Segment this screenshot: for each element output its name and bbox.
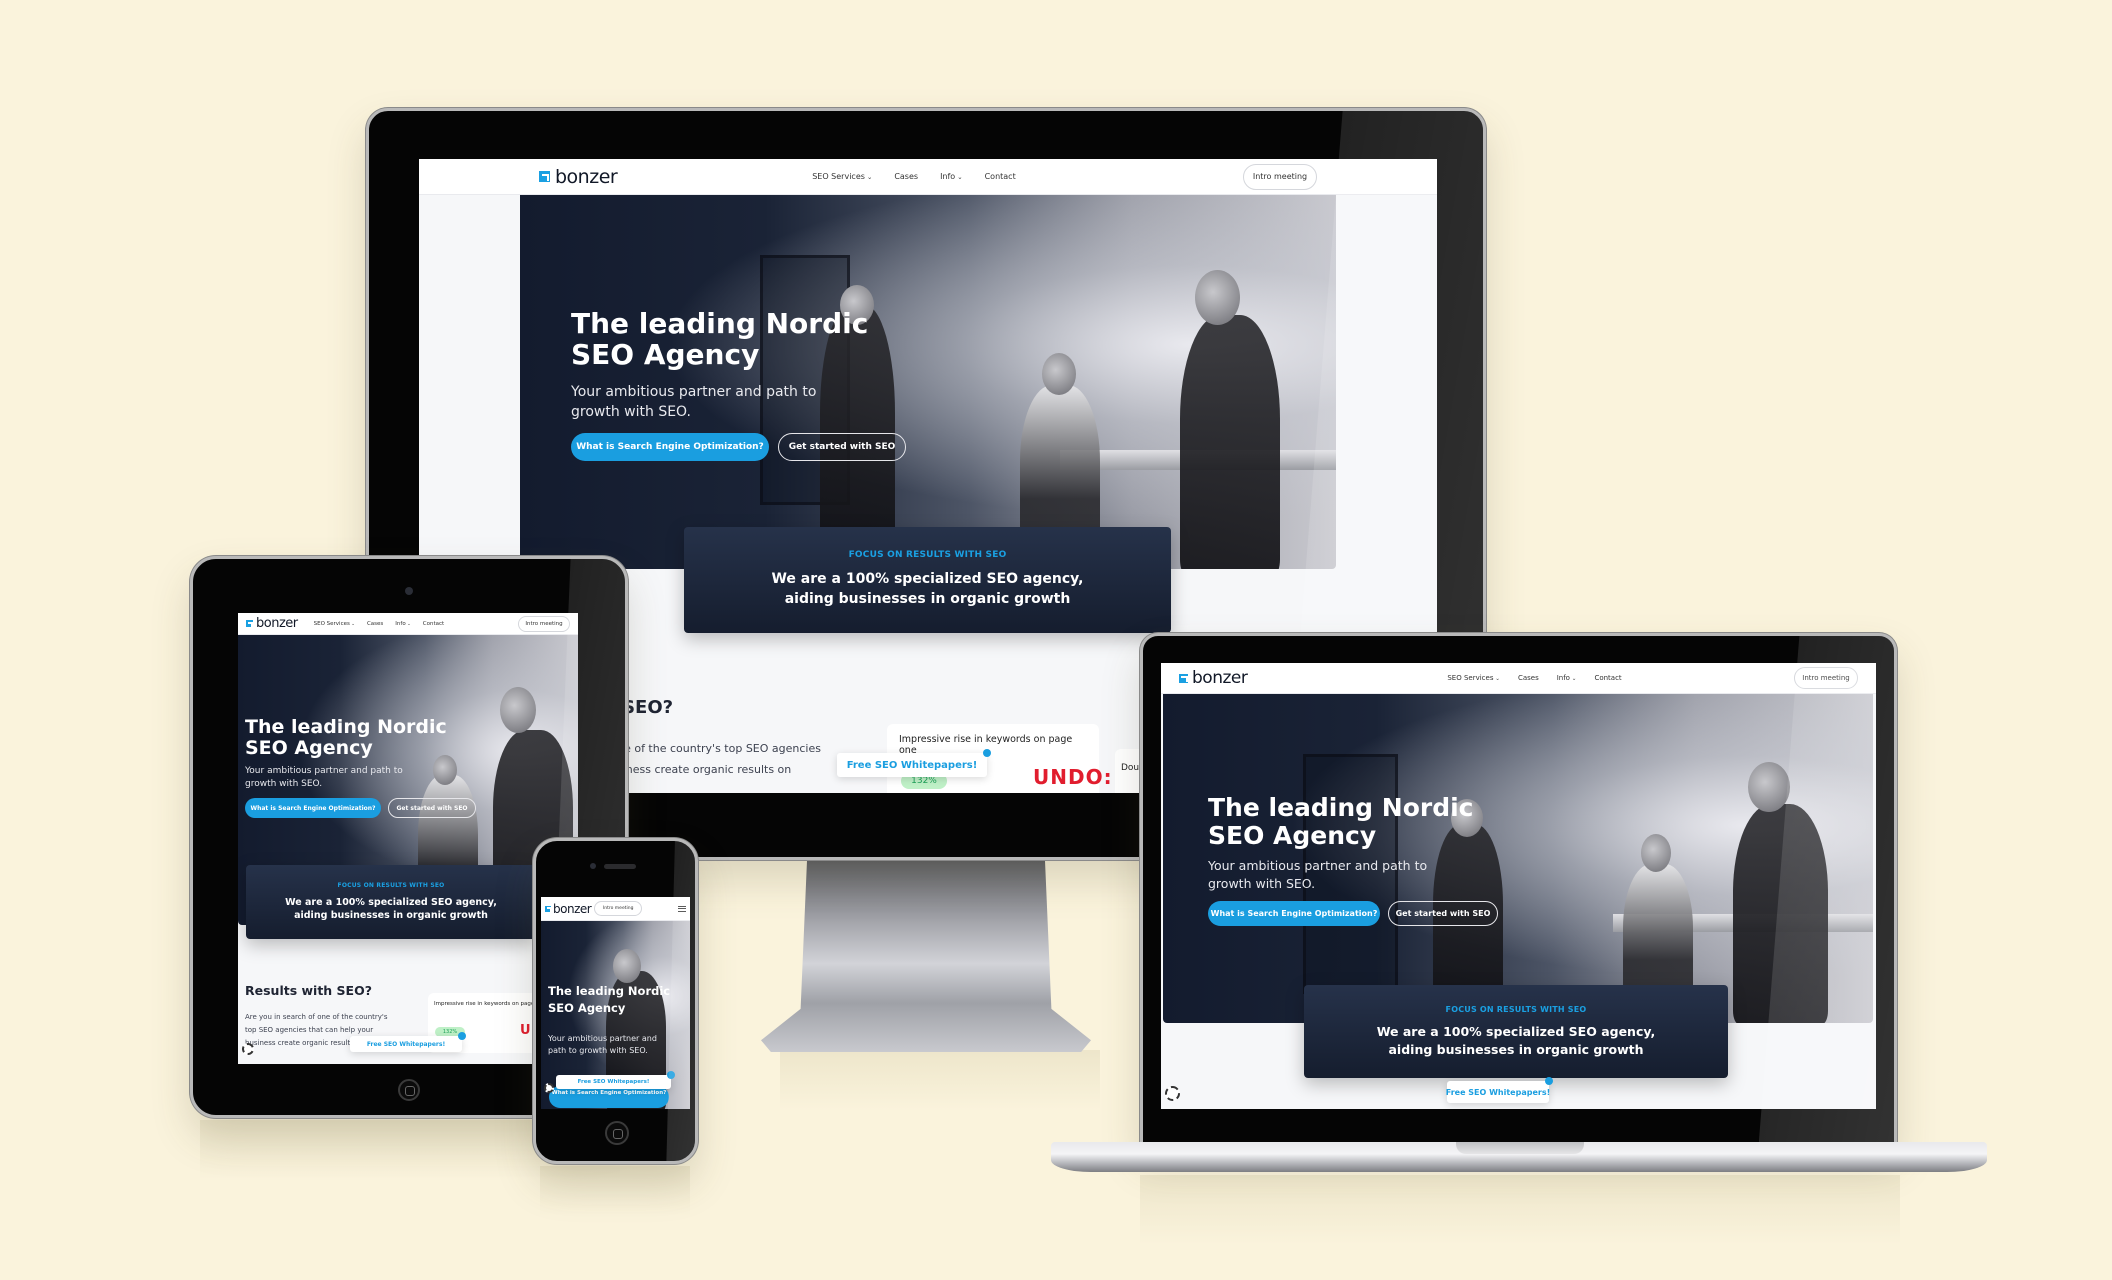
nav-seo-services[interactable]: SEO Services (314, 621, 355, 627)
nav-contact[interactable]: Contact (985, 172, 1016, 181)
tablet-camera (405, 587, 413, 595)
focus-eyebrow: FOCUS ON RESULTS WITH SEO (1445, 1005, 1587, 1014)
nav-cases[interactable]: Cases (894, 172, 918, 181)
whitepaper-button[interactable]: Free SEO Whitepapers! (350, 1032, 466, 1052)
brand-name: bonzer (555, 165, 618, 188)
intro-meeting-button[interactable]: Intro meeting (594, 901, 643, 916)
what-is-seo-button[interactable]: What is Search Engine Optimization? (571, 433, 769, 461)
site-header: bonzer SEO Services Cases Info Contact I… (419, 159, 1437, 195)
intro-meeting-button[interactable]: Intro meeting (518, 615, 570, 632)
monitor-reflection (780, 1050, 1100, 1110)
notification-dot (667, 1071, 675, 1079)
whitepaper-button[interactable]: Free SEO Whitepapers! (837, 749, 991, 777)
nav-info[interactable]: Info (940, 172, 963, 181)
brand-logo[interactable]: bonzer (1179, 668, 1248, 688)
hero-image-person-head (1641, 834, 1671, 872)
focus-eyebrow: FOCUS ON RESULTS WITH SEO (848, 550, 1007, 561)
bonzer-logo-icon (539, 171, 550, 182)
brand-logo[interactable]: bonzer (246, 616, 298, 631)
phone-home-button (605, 1121, 629, 1145)
hero-subtitle: Your ambitious partner and path to growt… (1208, 858, 1428, 892)
focus-card: FOCUS ON RESULTS WITH SEO We are a 100% … (246, 865, 536, 939)
get-started-button[interactable]: Get started with SEO (388, 798, 476, 818)
bonzer-logo-icon (545, 905, 552, 912)
what-is-seo-button[interactable]: What is Search Engine Optimization? (1208, 901, 1380, 926)
hero-section: The leading Nordic SEO Agency Your ambiti… (520, 195, 1336, 569)
get-started-button[interactable]: Get started with SEO (1388, 901, 1498, 926)
brand-logo[interactable]: bonzer (539, 165, 618, 188)
hero-image-person-head (500, 687, 536, 733)
whitepaper-button[interactable]: Free SEO Whitepapers! (1446, 1077, 1553, 1103)
hero-image-person-head (1195, 270, 1240, 325)
hero-image-person (1733, 804, 1828, 1023)
cookie-settings-icon[interactable] (242, 1043, 254, 1055)
hamburger-menu-icon[interactable] (678, 905, 686, 912)
focus-text: We are a 100% specialized SEO agency, aid… (285, 896, 497, 921)
hero-image-person-head (613, 949, 641, 983)
get-started-button[interactable]: Get started with SEO (778, 433, 906, 461)
what-is-seo-button[interactable]: What is Search Engine Optimization? (549, 1086, 669, 1108)
bonzer-logo-icon (246, 620, 254, 628)
brand-name: bonzer (256, 616, 298, 631)
main-nav: SEO Services Cases Info Contact (1447, 674, 1621, 682)
main-nav: SEO Services Cases Info Contact (314, 621, 445, 627)
what-is-seo-button[interactable]: What is Search Engine Optimization? (245, 798, 381, 818)
site-header: bonzer SEO Services Cases Info Contact I… (1161, 663, 1876, 694)
hero-subtitle: Your ambitious partner and path to growt… (245, 766, 403, 790)
focus-card: FOCUS ON RESULTS WITH SEO We are a 100% … (1304, 985, 1728, 1078)
hero-title: The leading Nordic SEO Agency (571, 307, 869, 372)
notification-dot (1545, 1077, 1553, 1085)
site-header: bonzer SEO Services Cases Info Contact I… (238, 613, 578, 635)
phone-screen: bonzer Intro meeting The leading Nordic S… (541, 897, 690, 1109)
phone-reflection (540, 1166, 690, 1216)
nav-cases[interactable]: Cases (1518, 674, 1539, 682)
nav-seo-services[interactable]: SEO Services (812, 172, 872, 181)
focus-card: FOCUS ON RESULTS WITH SEO We are a 100% … (684, 527, 1171, 633)
focus-text: We are a 100% specialized SEO agency, aid… (1376, 1024, 1656, 1057)
nav-info[interactable]: Info (1557, 674, 1577, 682)
hero-title: The leading Nordic SEO Agency (1208, 793, 1474, 850)
hero-subtitle: Your ambitious partner and path to growt… (571, 384, 817, 421)
laptop: bonzer SEO Services Cases Info Contact I… (1140, 633, 1897, 1145)
monitor-stand (761, 856, 1091, 1052)
results-title: Results with SEO? (245, 983, 372, 998)
brand-logo[interactable]: bonzer (545, 901, 592, 916)
nav-contact[interactable]: Contact (1594, 674, 1621, 682)
main-nav: SEO Services Cases Info Contact (812, 172, 1016, 181)
hero-subtitle: Your ambitious partner and path to growt… (548, 1034, 657, 1055)
nav-info[interactable]: Info (395, 621, 411, 627)
results-body: f one of the country's top SEO agencies b… (603, 742, 821, 776)
phone: bonzer Intro meeting The leading Nordic S… (533, 838, 698, 1164)
nav-seo-services[interactable]: SEO Services (1447, 674, 1500, 682)
brand-name: bonzer (553, 901, 592, 916)
cookie-settings-icon[interactable] (544, 1083, 554, 1093)
tablet-home-button (398, 1079, 420, 1101)
nav-cases[interactable]: Cases (367, 621, 383, 627)
hero-section: The leading Nordic SEO Agency Your ambiti… (1163, 694, 1873, 1023)
focus-text: We are a 100% specialized SEO agency, aid… (771, 571, 1084, 607)
intro-meeting-button[interactable]: Intro meeting (1243, 163, 1317, 190)
whitepaper-button[interactable]: Free SEO Whitepapers! (556, 1071, 675, 1089)
notification-dot (983, 749, 991, 757)
focus-eyebrow: FOCUS ON RESULTS WITH SEO (337, 881, 445, 889)
hero-image-person-head (1042, 353, 1076, 395)
laptop-opening-notch (1456, 1142, 1584, 1154)
brand-name: bonzer (1192, 668, 1248, 688)
hero-image-person-head (1748, 762, 1790, 812)
nav-contact[interactable]: Contact (423, 621, 444, 627)
intro-meeting-button[interactable]: Intro meeting (1794, 667, 1858, 689)
notification-dot (458, 1032, 466, 1040)
undo-logo: UNDO: (1033, 765, 1113, 789)
phone-camera (590, 863, 596, 869)
site-header: bonzer Intro meeting (541, 897, 690, 921)
hero-title: The leading Nordic SEO Agency (548, 984, 671, 1016)
laptop-screen: bonzer SEO Services Cases Info Contact I… (1161, 663, 1876, 1109)
hero-image-person (1180, 315, 1280, 569)
laptop-reflection (1140, 1175, 1900, 1245)
phone-speaker (604, 864, 636, 869)
tablet-screen: bonzer SEO Services Cases Info Contact I… (238, 613, 578, 1064)
cookie-settings-icon[interactable] (1165, 1086, 1180, 1101)
hero-title: The leading Nordic SEO Agency (245, 716, 447, 760)
bonzer-logo-icon (1179, 673, 1188, 683)
